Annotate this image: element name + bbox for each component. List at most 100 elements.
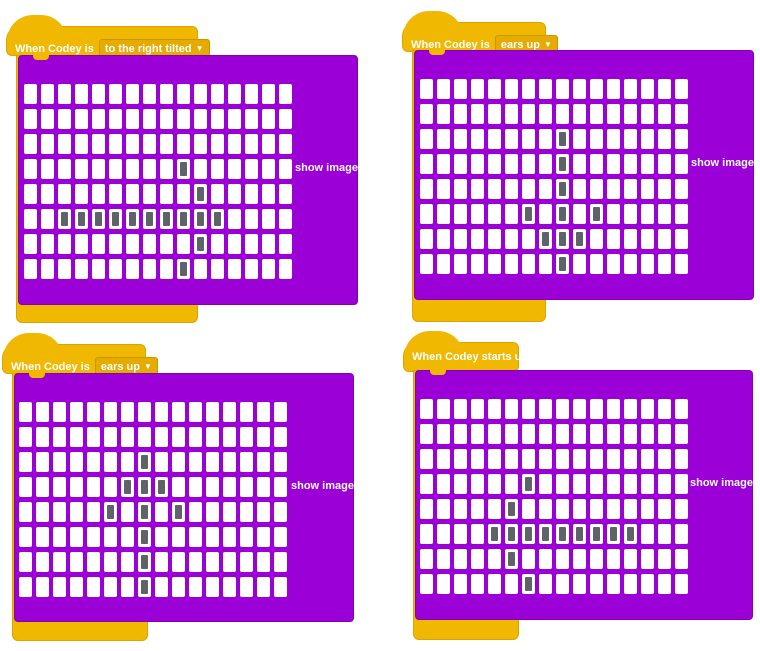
led-pixel-off[interactable] (590, 79, 603, 99)
led-pixel-off[interactable] (228, 209, 241, 229)
led-pixel-on[interactable] (522, 204, 535, 224)
led-pixel-off[interactable] (53, 402, 66, 422)
led-pixel-off[interactable] (505, 129, 518, 149)
led-pixel-on[interactable] (194, 234, 207, 254)
led-pixel-on[interactable] (138, 452, 151, 472)
pixel-grid[interactable] (24, 84, 292, 279)
led-pixel-off[interactable] (70, 502, 83, 522)
led-pixel-off[interactable] (143, 259, 156, 279)
led-pixel-off[interactable] (109, 184, 122, 204)
led-pixel-off[interactable] (658, 254, 671, 274)
led-pixel-off[interactable] (573, 104, 586, 124)
led-pixel-on[interactable] (556, 179, 569, 199)
led-pixel-off[interactable] (505, 229, 518, 249)
led-pixel-off[interactable] (211, 159, 224, 179)
led-pixel-off[interactable] (36, 402, 49, 422)
led-pixel-on[interactable] (590, 204, 603, 224)
led-pixel-off[interactable] (177, 109, 190, 129)
led-pixel-off[interactable] (471, 154, 484, 174)
led-pixel-off[interactable] (155, 502, 168, 522)
led-pixel-off[interactable] (245, 159, 258, 179)
led-pixel-off[interactable] (155, 452, 168, 472)
led-pixel-off[interactable] (279, 84, 292, 104)
led-pixel-off[interactable] (87, 552, 100, 572)
led-pixel-off[interactable] (228, 184, 241, 204)
led-pixel-off[interactable] (211, 84, 224, 104)
led-pixel-off[interactable] (624, 499, 637, 519)
led-pixel-on[interactable] (522, 574, 535, 594)
led-pixel-on[interactable] (624, 524, 637, 544)
led-pixel-off[interactable] (194, 159, 207, 179)
led-pixel-off[interactable] (245, 134, 258, 154)
led-pixel-off[interactable] (488, 79, 501, 99)
led-pixel-off[interactable] (471, 204, 484, 224)
led-pixel-off[interactable] (454, 79, 467, 99)
led-pixel-off[interactable] (211, 134, 224, 154)
led-pixel-off[interactable] (189, 527, 202, 547)
led-pixel-off[interactable] (274, 427, 287, 447)
led-pixel-off[interactable] (121, 427, 134, 447)
led-pixel-off[interactable] (658, 179, 671, 199)
led-pixel-off[interactable] (607, 254, 620, 274)
led-pixel-off[interactable] (658, 154, 671, 174)
led-pixel-off[interactable] (607, 549, 620, 569)
led-pixel-off[interactable] (522, 79, 535, 99)
led-pixel-off[interactable] (223, 477, 236, 497)
led-pixel-off[interactable] (471, 104, 484, 124)
led-pixel-off[interactable] (19, 452, 32, 472)
led-pixel-off[interactable] (454, 254, 467, 274)
led-pixel-off[interactable] (126, 259, 139, 279)
event-hat-block[interactable]: When Codey starts up (403, 331, 528, 372)
led-pixel-off[interactable] (607, 104, 620, 124)
led-pixel-off[interactable] (675, 204, 688, 224)
led-pixel-off[interactable] (240, 452, 253, 472)
led-pixel-on[interactable] (92, 209, 105, 229)
led-pixel-off[interactable] (539, 104, 552, 124)
led-pixel-off[interactable] (658, 499, 671, 519)
led-pixel-off[interactable] (121, 452, 134, 472)
led-pixel-off[interactable] (189, 552, 202, 572)
led-pixel-off[interactable] (675, 474, 688, 494)
led-pixel-off[interactable] (641, 449, 654, 469)
led-pixel-on[interactable] (556, 524, 569, 544)
led-pixel-off[interactable] (658, 104, 671, 124)
led-pixel-off[interactable] (70, 427, 83, 447)
led-pixel-off[interactable] (675, 179, 688, 199)
led-pixel-off[interactable] (675, 449, 688, 469)
led-pixel-off[interactable] (262, 259, 275, 279)
led-pixel-off[interactable] (155, 577, 168, 597)
led-pixel-off[interactable] (36, 527, 49, 547)
led-pixel-off[interactable] (92, 134, 105, 154)
led-pixel-off[interactable] (245, 184, 258, 204)
led-pixel-off[interactable] (420, 524, 433, 544)
led-pixel-off[interactable] (437, 399, 450, 419)
led-pixel-off[interactable] (228, 234, 241, 254)
led-pixel-off[interactable] (143, 159, 156, 179)
led-pixel-off[interactable] (172, 552, 185, 572)
led-pixel-off[interactable] (262, 209, 275, 229)
led-pixel-off[interactable] (194, 259, 207, 279)
led-pixel-off[interactable] (573, 549, 586, 569)
led-pixel-off[interactable] (257, 502, 270, 522)
led-pixel-off[interactable] (228, 134, 241, 154)
led-pixel-off[interactable] (262, 184, 275, 204)
led-pixel-off[interactable] (189, 452, 202, 472)
led-pixel-off[interactable] (143, 184, 156, 204)
led-pixel-off[interactable] (228, 84, 241, 104)
led-pixel-off[interactable] (522, 254, 535, 274)
led-pixel-off[interactable] (454, 474, 467, 494)
led-pixel-off[interactable] (556, 549, 569, 569)
led-pixel-off[interactable] (262, 134, 275, 154)
led-pixel-off[interactable] (121, 402, 134, 422)
led-pixel-off[interactable] (556, 574, 569, 594)
led-pixel-off[interactable] (240, 552, 253, 572)
led-pixel-off[interactable] (539, 424, 552, 444)
led-pixel-on[interactable] (109, 209, 122, 229)
led-pixel-off[interactable] (41, 259, 54, 279)
led-pixel-off[interactable] (228, 259, 241, 279)
led-pixel-off[interactable] (454, 154, 467, 174)
led-pixel-off[interactable] (53, 527, 66, 547)
led-pixel-off[interactable] (75, 159, 88, 179)
led-pixel-off[interactable] (143, 84, 156, 104)
led-pixel-off[interactable] (624, 129, 637, 149)
